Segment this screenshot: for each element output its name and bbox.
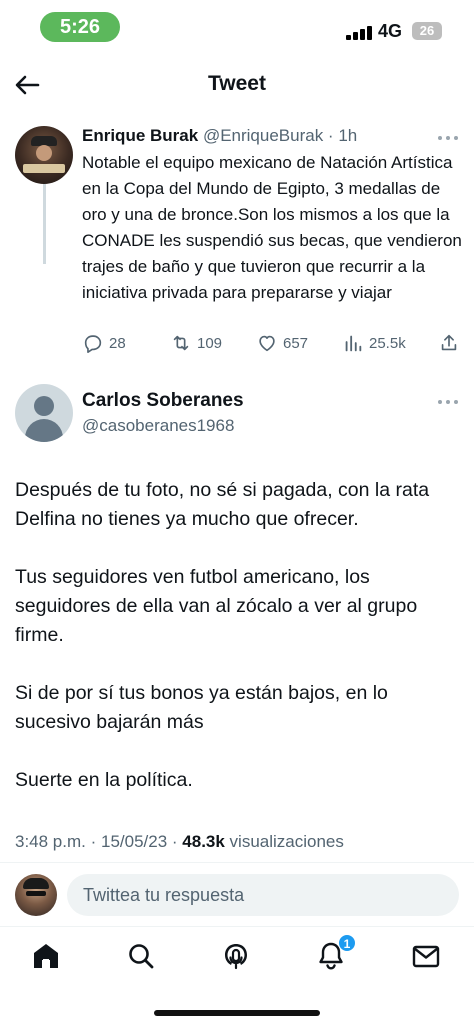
like-count: 657 — [283, 334, 309, 352]
spaces-icon — [225, 944, 247, 970]
original-tweet[interactable]: Enrique Burak @EnriqueBurak · 1h Notable… — [0, 122, 474, 362]
notification-badge: 1 — [338, 934, 356, 952]
page-header: Tweet — [0, 60, 474, 110]
author-handle[interactable]: @casoberanes1968 — [82, 416, 234, 436]
page-title: Tweet — [208, 72, 266, 95]
share-button[interactable] — [438, 328, 460, 358]
tweet-paragraph: Tus seguidores ven futbol americano, los… — [15, 566, 418, 646]
tab-messages[interactable] — [409, 939, 443, 973]
tab-spaces[interactable] — [219, 939, 253, 973]
reply-composer — [0, 862, 474, 926]
like-button[interactable]: 657 — [256, 328, 308, 358]
reply-count: 28 — [109, 334, 126, 352]
more-options-icon[interactable] — [438, 400, 458, 406]
status-bar: 5:26 4G 26 — [0, 0, 474, 56]
status-time: 5:26 — [40, 12, 120, 42]
tab-home[interactable] — [29, 939, 63, 973]
view-count: 25.5k — [369, 334, 406, 352]
tweet-actions: 28 109 657 25.5k — [82, 328, 462, 358]
home-icon — [34, 944, 58, 968]
more-options-icon[interactable] — [438, 136, 458, 142]
reply-input[interactable] — [67, 874, 459, 916]
retweet-button[interactable]: 109 — [170, 328, 222, 358]
thread-line — [43, 184, 46, 264]
tweet-text: Después de tu foto, no sé si pagada, con… — [15, 476, 460, 824]
analytics-icon — [345, 335, 362, 352]
author-name[interactable]: Carlos Soberanes — [82, 390, 244, 412]
separator: · — [323, 126, 339, 145]
avatar[interactable] — [15, 126, 73, 184]
share-icon — [441, 334, 457, 351]
mail-icon — [412, 945, 440, 968]
tweet-time: 1h — [338, 126, 358, 145]
tab-search[interactable] — [124, 939, 158, 973]
tweet-paragraph: Si de por sí tus bonos ya están bajos, e… — [15, 682, 388, 733]
tweet-time: 3:48 p.m. — [15, 832, 86, 851]
author-name[interactable]: Enrique Burak — [82, 126, 198, 145]
view-count[interactable]: 48.3k — [182, 832, 225, 851]
tweet-header: Enrique Burak @EnriqueBurak · 1h — [82, 126, 357, 146]
reply-button[interactable]: 28 — [82, 328, 126, 358]
home-indicator — [154, 1010, 320, 1016]
author-handle[interactable]: @EnriqueBurak — [203, 126, 323, 145]
avatar[interactable] — [15, 874, 57, 916]
tweet-meta: 3:48 p.m. · 15/05/23 · 48.3k visualizaci… — [15, 832, 344, 852]
tweet-text: Notable el equipo mexicano de Natación A… — [82, 153, 462, 302]
battery-icon: 26 — [412, 22, 442, 40]
default-avatar-icon[interactable] — [15, 384, 73, 442]
network-label: 4G — [378, 21, 403, 41]
views-button[interactable]: 25.5k — [342, 328, 406, 358]
heart-icon — [259, 335, 275, 352]
retweet-icon — [173, 335, 189, 351]
tweet-paragraph: Después de tu foto, no sé si pagada, con… — [15, 479, 430, 530]
separator: · — [167, 832, 183, 851]
tweet-date: 15/05/23 — [100, 832, 168, 851]
tweet-paragraph: Suerte en la política. — [15, 769, 193, 791]
signal-icon — [346, 26, 372, 40]
views-label: visualizaciones — [224, 832, 344, 851]
bottom-nav — [0, 926, 474, 988]
reply-icon — [84, 335, 102, 353]
retweet-count: 109 — [197, 334, 223, 352]
search-icon — [129, 944, 154, 969]
separator: · — [85, 832, 101, 851]
